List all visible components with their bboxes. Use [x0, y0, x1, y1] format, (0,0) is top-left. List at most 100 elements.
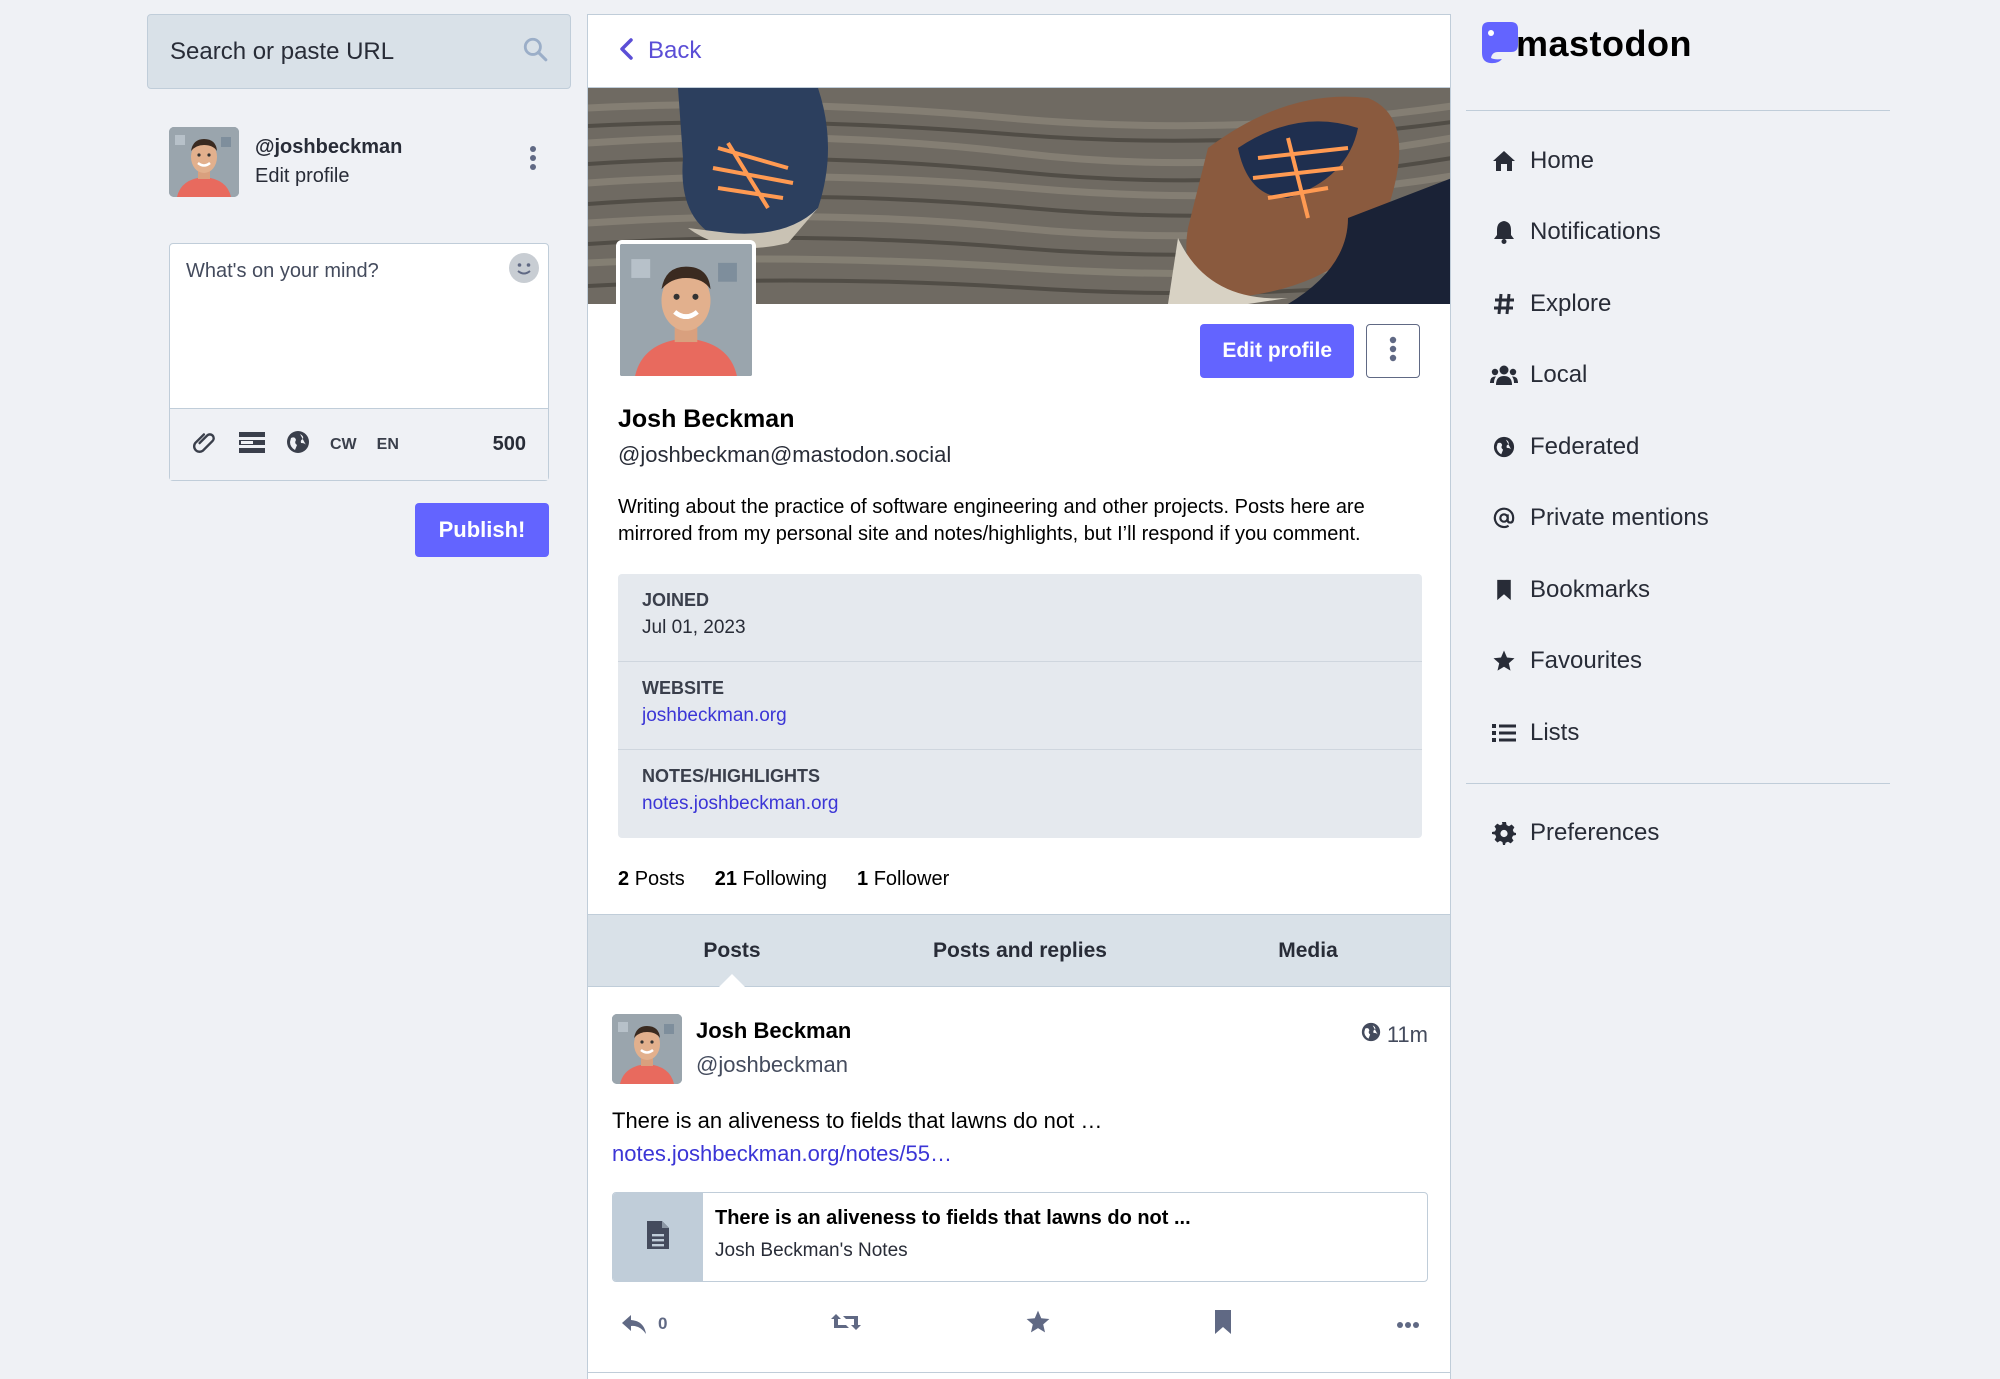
- website-link[interactable]: joshbeckman.org: [642, 705, 1398, 727]
- profile-field-website: WEBSITE joshbeckman.org: [618, 662, 1422, 750]
- nav-item-private-mentions[interactable]: Private mentions: [1466, 483, 1890, 555]
- more-options-icon[interactable]: [529, 145, 537, 176]
- star-icon: [1490, 649, 1518, 673]
- poll-icon[interactable]: [238, 430, 266, 459]
- profile-avatar[interactable]: [616, 240, 756, 380]
- status-text: There is an aliveness to fields that law…: [612, 1108, 1103, 1133]
- profile-account: @joshbeckman@mastodon.social: [618, 442, 952, 467]
- more-vertical-icon: [1389, 336, 1397, 367]
- nav-item-lists[interactable]: Lists: [1466, 697, 1890, 769]
- profile-display-name: Josh Beckman: [618, 405, 795, 433]
- left-column: @joshbeckman Edit profile What's on your…: [147, 14, 571, 557]
- chevron-left-icon: [618, 37, 634, 66]
- profile-field-joined: JOINED Jul 01, 2023: [618, 574, 1422, 662]
- secondary-navigation: Preferences: [1466, 784, 1890, 884]
- avatar[interactable]: [169, 127, 239, 197]
- list-icon: [1490, 723, 1518, 743]
- compose-textarea[interactable]: What's on your mind?: [170, 244, 548, 408]
- profile-bio: Writing about the practice of software e…: [618, 496, 1365, 545]
- star-icon: [1025, 1309, 1051, 1340]
- back-button[interactable]: Back: [588, 15, 1450, 88]
- field-name: JOINED: [642, 590, 710, 610]
- favourite-button[interactable]: [1025, 1309, 1051, 1340]
- followers-count[interactable]: 1 Follower: [857, 868, 949, 891]
- nav-item-local[interactable]: Local: [1466, 340, 1890, 412]
- globe-icon: [1490, 436, 1518, 458]
- profile-column: Back Edit profile Josh Beckman @joshbeck…: [587, 14, 1451, 1379]
- users-icon: [1490, 364, 1518, 386]
- public-globe-icon: [1361, 1022, 1381, 1048]
- profile-actions: Edit profile: [1200, 324, 1420, 378]
- boost-button[interactable]: [830, 1310, 862, 1339]
- bookmark-icon: [1213, 1309, 1233, 1340]
- bookmark-button[interactable]: [1213, 1309, 1233, 1340]
- field-name: WEBSITE: [642, 678, 725, 698]
- more-horizontal-button[interactable]: [1396, 1314, 1420, 1334]
- tab-posts[interactable]: Posts: [588, 915, 876, 987]
- notes-link[interactable]: notes.joshbeckman.org: [642, 793, 1398, 815]
- nav-item-notifications[interactable]: Notifications: [1466, 197, 1890, 269]
- back-label: Back: [648, 37, 702, 64]
- gear-icon: [1490, 821, 1518, 846]
- nav-item-bookmarks[interactable]: Bookmarks: [1466, 554, 1890, 626]
- status-timestamp[interactable]: 11m: [1361, 1022, 1428, 1048]
- profile-menu-button[interactable]: [1366, 324, 1420, 378]
- reply-count: 0: [658, 1314, 668, 1333]
- publish-button[interactable]: Publish!: [415, 503, 549, 557]
- nav-item-preferences[interactable]: Preferences: [1466, 798, 1890, 870]
- profile-tabs: Posts Posts and replies Media: [588, 914, 1450, 987]
- document-icon: [645, 1219, 671, 1256]
- ellipsis-icon: [1396, 1314, 1420, 1334]
- nav-item-explore[interactable]: Explore: [1466, 268, 1890, 340]
- nav-item-home[interactable]: Home: [1466, 125, 1890, 197]
- logo-wordmark: mastodon: [1516, 23, 1693, 64]
- posts-count[interactable]: 2 Posts: [618, 868, 685, 891]
- compose-placeholder: What's on your mind?: [186, 260, 379, 282]
- hashtag-icon: [1490, 293, 1518, 315]
- bell-icon: [1490, 220, 1518, 245]
- nav-item-federated[interactable]: Federated: [1466, 411, 1890, 483]
- status-account[interactable]: @joshbeckman: [696, 1052, 851, 1078]
- visibility-globe-icon[interactable]: [286, 430, 310, 459]
- card-thumbnail: [613, 1193, 703, 1281]
- user-handle[interactable]: @joshbeckman: [255, 136, 402, 159]
- profile-counts: 2 Posts 21 Following 1 Follower: [618, 868, 1422, 891]
- navigation-panel: mastodon Home Notifications Explore Loca…: [1466, 14, 1890, 883]
- language-button[interactable]: EN: [377, 436, 399, 454]
- retweet-icon: [830, 1310, 862, 1339]
- avatar[interactable]: [612, 1014, 682, 1084]
- card-title: There is an aliveness to fields that law…: [715, 1207, 1191, 1229]
- search-input[interactable]: [170, 37, 500, 66]
- profile-info: Josh Beckman @joshbeckman@mastodon.socia…: [618, 405, 1422, 891]
- search-bar[interactable]: [147, 14, 571, 89]
- attach-media-icon[interactable]: [192, 429, 218, 460]
- link-preview-card[interactable]: There is an aliveness to fields that law…: [612, 1192, 1428, 1282]
- current-user: @joshbeckman Edit profile: [147, 127, 571, 197]
- bookmark-icon: [1490, 579, 1518, 601]
- compose-toolbar: CW EN 500: [170, 408, 548, 480]
- mastodon-logo[interactable]: mastodon: [1466, 14, 1890, 74]
- status-actions: 0: [612, 1304, 1428, 1344]
- tab-media[interactable]: Media: [1164, 915, 1450, 986]
- tab-posts-and-replies[interactable]: Posts and replies: [876, 915, 1164, 986]
- edit-profile-button[interactable]: Edit profile: [1200, 324, 1354, 378]
- field-value: Jul 01, 2023: [642, 617, 746, 638]
- emoji-picker-icon[interactable]: [508, 252, 540, 289]
- status-content: There is an aliveness to fields that law…: [612, 1104, 1428, 1170]
- edit-profile-link[interactable]: Edit profile: [255, 165, 402, 188]
- nav-item-favourites[interactable]: Favourites: [1466, 626, 1890, 698]
- search-icon[interactable]: [522, 36, 548, 67]
- profile-field-notes: NOTES/HIGHLIGHTS notes.joshbeckman.org: [618, 750, 1422, 838]
- status-divider: [588, 1372, 1450, 1373]
- compose-form: What's on your mind? CW EN 500: [169, 243, 549, 481]
- home-icon: [1490, 150, 1518, 172]
- status-item[interactable]: Josh Beckman @joshbeckman 11m There is a…: [588, 988, 1450, 1344]
- following-count[interactable]: 21 Following: [715, 868, 827, 891]
- status-link[interactable]: notes.joshbeckman.org/notes/55…: [612, 1137, 1428, 1170]
- reply-button[interactable]: 0: [620, 1312, 667, 1336]
- content-warning-button[interactable]: CW: [330, 436, 357, 454]
- status-display-name[interactable]: Josh Beckman: [696, 1018, 851, 1044]
- character-counter: 500: [492, 433, 526, 455]
- field-name: NOTES/HIGHLIGHTS: [642, 766, 821, 786]
- card-provider: Josh Beckman's Notes: [715, 1240, 908, 1261]
